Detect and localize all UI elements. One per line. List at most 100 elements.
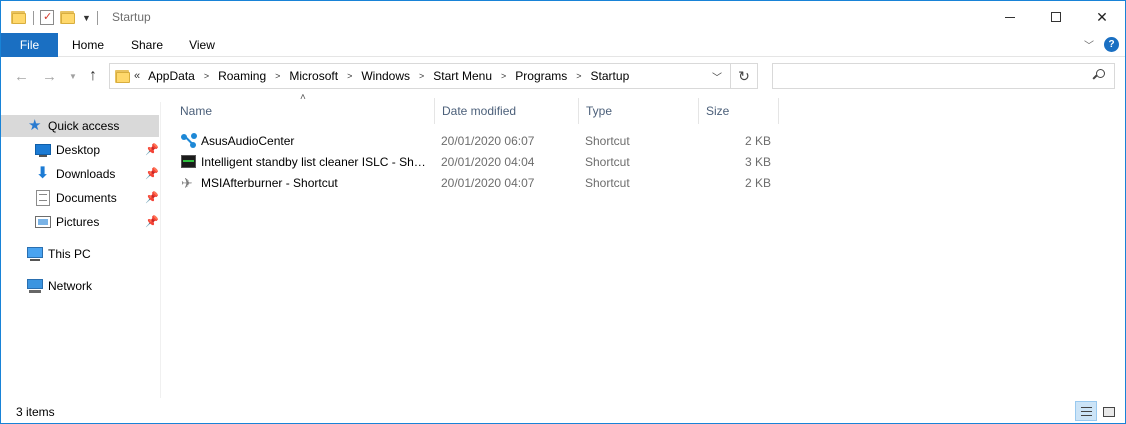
sidebar-item-network[interactable]: Network — [1, 275, 159, 297]
search-input[interactable] — [772, 63, 1115, 89]
column-header-label: Date modified — [442, 104, 517, 118]
computer-icon — [27, 246, 43, 262]
file-name: Intelligent standby list cleaner ISLC - … — [201, 155, 427, 169]
islc-icon — [181, 154, 197, 170]
sidebar-item-downloads[interactable]: ⬇ Downloads 📌 — [1, 163, 159, 185]
column-header-name[interactable]: Name — [173, 98, 435, 124]
refresh-icon: ↻ — [738, 68, 750, 84]
pin-icon[interactable]: 📌 — [145, 167, 159, 180]
file-row[interactable]: ✈ MSIAfterburner - Shortcut 20/01/2020 0… — [173, 172, 779, 193]
sidebar-item-pictures[interactable]: Pictures 📌 — [1, 211, 159, 233]
sidebar-item-this-pc[interactable]: This PC — [1, 243, 159, 265]
large-icons-view-icon — [1103, 407, 1115, 417]
forward-arrow-icon[interactable]: → — [42, 68, 57, 85]
chevron-right-icon[interactable]: > — [347, 71, 352, 81]
tab-share[interactable]: Share — [118, 33, 176, 57]
tab-view[interactable]: View — [176, 33, 228, 57]
file-date-modified: 20/01/2020 04:07 — [441, 176, 535, 190]
maximize-button[interactable] — [1033, 1, 1079, 33]
sidebar-item-label: This PC — [48, 247, 91, 261]
back-arrow-icon[interactable]: ← — [14, 68, 29, 85]
file-size: 3 KB — [744, 155, 771, 169]
properties-icon[interactable] — [40, 10, 56, 26]
breadcrumb-appdata[interactable]: AppData — [148, 69, 195, 83]
column-header-type[interactable]: Type — [579, 98, 699, 124]
navigation-pane: ★ Quick access Desktop 📌 ⬇ Downloads 📌 D… — [1, 102, 161, 398]
details-view-icon — [1081, 407, 1092, 416]
ribbon: File Home Share View ﹀ ? — [1, 33, 1125, 57]
column-header-label: Size — [706, 104, 730, 118]
chevron-right-icon[interactable]: > — [419, 71, 424, 81]
window-controls: ✕ — [987, 1, 1125, 33]
sidebar-item-label: Network — [48, 279, 93, 293]
column-header-label: Type — [586, 104, 613, 118]
maximize-icon — [1051, 12, 1061, 22]
sidebar-item-label: Desktop — [56, 143, 101, 157]
address-history-dropdown-icon[interactable]: ﹀ — [712, 69, 722, 84]
sidebar-item-label: Pictures — [56, 215, 100, 229]
item-count: 3 items — [16, 405, 55, 419]
star-icon: ★ — [28, 117, 42, 134]
sidebar-item-label: Documents — [56, 191, 117, 205]
column-header-size[interactable]: Size — [699, 98, 779, 124]
customize-toolbar-dropdown-icon[interactable]: ▼ — [82, 13, 91, 23]
file-date-modified: 20/01/2020 04:04 — [441, 155, 535, 169]
file-type: Shortcut — [585, 134, 630, 148]
explorer-window: ▼ Startup ✕ File Home Share View ﹀ ? ← →… — [0, 0, 1126, 424]
navigation-bar: ← → ▼ ↑ « AppData > Roaming > Microsoft … — [1, 58, 1125, 96]
address-bar[interactable]: « AppData > Roaming > Microsoft > Window… — [109, 63, 731, 89]
file-row[interactable]: AsusAudioCenter 20/01/2020 06:07 Shortcu… — [173, 130, 779, 151]
column-header-label: Name — [180, 104, 213, 118]
breadcrumb-programs[interactable]: Programs — [515, 69, 567, 83]
asus-audio-icon — [181, 133, 197, 149]
status-bar: 3 items — [1, 401, 1125, 423]
help-icon[interactable]: ? — [1104, 37, 1119, 52]
refresh-button[interactable]: ↻ — [731, 63, 758, 89]
breadcrumb-startup[interactable]: Startup — [591, 69, 630, 83]
large-icons-view-button[interactable] — [1097, 401, 1119, 421]
sidebar-item-desktop[interactable]: Desktop 📌 — [1, 139, 159, 161]
breadcrumb-start-menu[interactable]: Start Menu — [433, 69, 492, 83]
network-icon — [27, 278, 43, 294]
up-arrow-icon[interactable]: ↑ — [89, 67, 97, 85]
pin-icon[interactable]: 📌 — [145, 143, 159, 156]
close-button[interactable]: ✕ — [1079, 1, 1125, 33]
breadcrumb-roaming[interactable]: Roaming — [218, 69, 266, 83]
tab-home[interactable]: Home — [58, 33, 118, 57]
file-name: AsusAudioCenter — [201, 134, 295, 148]
column-header-date-modified[interactable]: Date modified — [435, 98, 579, 124]
desktop-icon — [35, 142, 51, 158]
tab-file[interactable]: File — [1, 33, 58, 57]
chevron-right-icon[interactable]: > — [204, 71, 209, 81]
view-switcher — [1075, 401, 1119, 421]
search-icon — [1092, 69, 1105, 81]
sidebar-item-quick-access[interactable]: ★ Quick access — [1, 115, 159, 137]
breadcrumb-overflow-icon[interactable]: « — [134, 70, 140, 82]
breadcrumb-windows[interactable]: Windows — [361, 69, 410, 83]
pin-icon[interactable]: 📌 — [145, 191, 159, 204]
pictures-icon — [35, 214, 51, 230]
toolbar-divider — [33, 11, 34, 25]
new-folder-icon[interactable] — [60, 10, 76, 26]
msi-afterburner-icon: ✈ — [181, 175, 193, 191]
expand-ribbon-chevron-icon[interactable]: ﹀ — [1084, 37, 1094, 52]
chevron-right-icon[interactable]: > — [275, 71, 280, 81]
breadcrumb-microsoft[interactable]: Microsoft — [289, 69, 338, 83]
quick-access-toolbar: ▼ — [11, 9, 104, 27]
recent-locations-dropdown-icon[interactable]: ▼ — [69, 72, 77, 81]
folder-icon — [11, 10, 27, 26]
window-title: Startup — [112, 10, 151, 24]
minimize-icon — [1005, 16, 1015, 18]
address-folder-icon — [115, 69, 131, 83]
sidebar-item-documents[interactable]: Documents 📌 — [1, 187, 159, 209]
pin-icon[interactable]: 📌 — [145, 215, 159, 228]
title-bar: ▼ Startup ✕ — [1, 1, 1125, 33]
toolbar-divider — [96, 11, 98, 25]
downloads-icon: ⬇ — [36, 165, 50, 182]
file-row[interactable]: Intelligent standby list cleaner ISLC - … — [173, 151, 779, 172]
chevron-right-icon[interactable]: > — [501, 71, 506, 81]
chevron-right-icon[interactable]: > — [576, 71, 581, 81]
file-size: 2 KB — [744, 134, 771, 148]
minimize-button[interactable] — [987, 1, 1033, 33]
details-view-button[interactable] — [1075, 401, 1097, 421]
